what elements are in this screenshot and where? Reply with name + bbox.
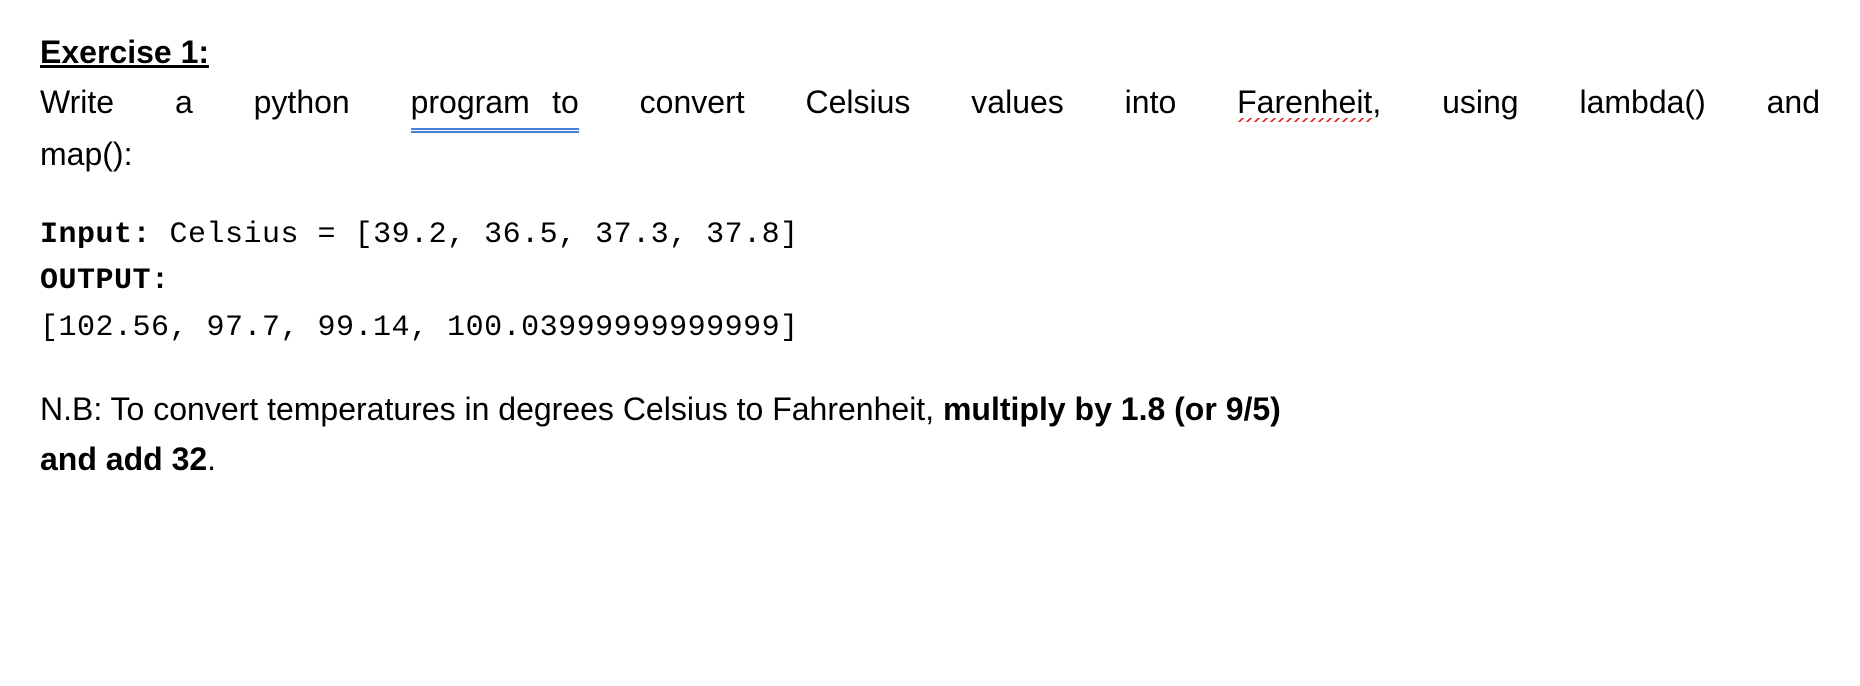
output-label: OUTPUT: — [40, 258, 1820, 305]
word: lambda() — [1579, 78, 1705, 128]
spellcheck-underline: Farenheit — [1237, 84, 1372, 122]
nb-line-2: and add 32. — [40, 435, 1820, 485]
word: values — [971, 78, 1064, 128]
word: to — [552, 84, 579, 120]
nb-bold-2: and add 32 — [40, 441, 207, 477]
word: python — [254, 78, 350, 128]
code-input-line: Input: Celsius = [39.2, 36.5, 37.3, 37.8… — [40, 212, 1820, 259]
nb-line-1: N.B: To convert temperatures in degrees … — [40, 385, 1820, 435]
nb-period: . — [207, 441, 216, 477]
word: Write — [40, 78, 114, 128]
word: Celsius — [805, 78, 910, 128]
nb-label: N.B — [40, 391, 93, 427]
word-program-to: program to — [411, 78, 579, 131]
input-value: Celsius = [39.2, 36.5, 37.3, 37.8] — [151, 218, 799, 252]
comma: , — [1372, 84, 1381, 120]
grammar-underline: program to — [411, 78, 579, 131]
word: using — [1442, 78, 1519, 128]
instruction-line-2: map(): — [40, 130, 1820, 180]
instruction-line-1: Write a python program to convert Celsius… — [40, 78, 1820, 131]
nb-bold-1: multiply by 1.8 (or 9/5) — [943, 391, 1281, 427]
nb-text: : To convert temperatures in degrees Cel… — [93, 391, 943, 427]
nb-paragraph: N.B: To convert temperatures in degrees … — [40, 385, 1820, 484]
word: into — [1125, 78, 1177, 128]
code-block: Input: Celsius = [39.2, 36.5, 37.3, 37.8… — [40, 212, 1820, 352]
word: a — [175, 78, 193, 128]
word: and — [1767, 78, 1820, 128]
word: program — [411, 84, 530, 120]
word: convert — [640, 78, 745, 128]
output-value: [102.56, 97.7, 99.14, 100.03999999999999… — [40, 305, 1820, 352]
input-label: Input: — [40, 218, 151, 252]
word-farenheit: Farenheit, — [1237, 78, 1381, 128]
exercise-heading: Exercise 1: — [40, 28, 1820, 78]
exercise-title: Exercise 1: — [40, 34, 209, 70]
